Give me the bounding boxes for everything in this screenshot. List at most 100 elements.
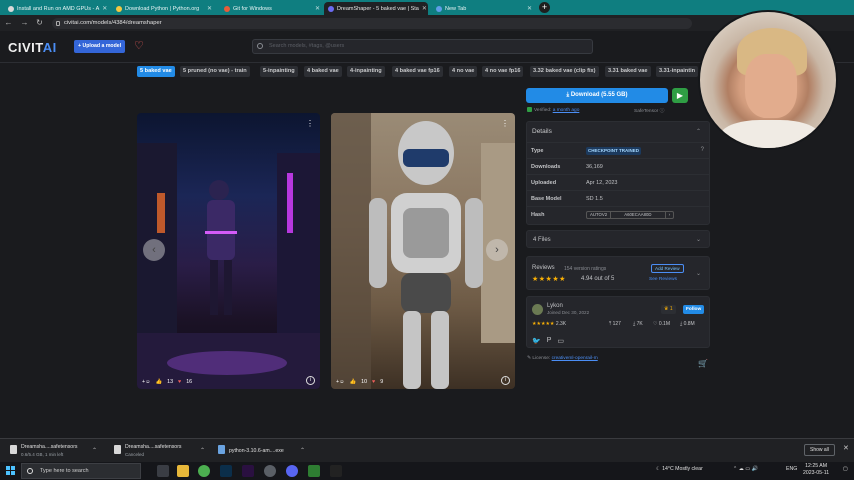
chevron-down-icon[interactable]: ⌄	[696, 236, 701, 243]
download-button[interactable]: ⤓ Download (5.55 GB)	[526, 88, 668, 103]
premiere-icon[interactable]	[242, 465, 254, 477]
chevron-down-icon[interactable]: ⌄	[696, 270, 701, 277]
cart-icon[interactable]: 🛒	[698, 359, 708, 368]
follow-button[interactable]: Follow	[683, 305, 705, 314]
more-options-icon[interactable]: ⋮	[306, 119, 314, 128]
creator-name[interactable]: Lykon	[547, 303, 563, 309]
version-chip[interactable]: 4 baked vae	[304, 66, 342, 77]
version-chip[interactable]: 3.31-inpaintin	[656, 66, 699, 77]
forward-icon[interactable]: →	[19, 17, 30, 28]
close-tab-icon[interactable]: ✕	[527, 5, 532, 12]
close-tab-icon[interactable]: ✕	[315, 5, 320, 12]
twitter-icon[interactable]: 🐦	[532, 337, 541, 345]
civitai-logo[interactable]: CIVITAI	[8, 40, 57, 55]
version-chip[interactable]: 3.31 baked vae	[605, 66, 651, 77]
app-icon[interactable]	[308, 465, 320, 477]
version-chip[interactable]: 4-inpainting	[347, 66, 385, 77]
version-chip[interactable]: 5 pruned (no vae) - train	[180, 66, 250, 77]
license-prefix: License:	[532, 356, 551, 361]
avatar[interactable]	[532, 304, 543, 315]
rank-badge: ♛ 1	[661, 305, 676, 314]
reload-icon[interactable]: ↻	[34, 17, 45, 28]
tab-label: Install and Run on AMD GPUs - A	[17, 5, 100, 12]
weather-text: 14°C Mostly clear	[662, 466, 703, 472]
hash-box[interactable]: AUTOV2 A60ECAA80D ›	[586, 211, 674, 219]
terminal-icon[interactable]	[330, 465, 342, 477]
photoshop-icon[interactable]	[220, 465, 232, 477]
chevron-up-icon[interactable]: ⌃	[200, 447, 205, 454]
info-icon[interactable]: i	[501, 376, 510, 385]
tab-new[interactable]: New Tab ✕	[432, 2, 536, 15]
add-reaction-icon[interactable]: +☺	[336, 379, 345, 385]
version-chip[interactable]: 4 baked vae fp16	[392, 66, 443, 77]
tab-git[interactable]: Git for Windows ✕	[220, 2, 324, 15]
uploads-count: 127	[612, 321, 621, 327]
hash-algo[interactable]: AUTOV2	[587, 212, 612, 218]
version-chip[interactable]: 5 baked vae	[137, 66, 175, 77]
git-icon	[224, 5, 230, 12]
tab-dreamshaper[interactable]: DreamShaper - 5 baked vae | Sta ✕	[324, 2, 428, 15]
heart-reaction-icon[interactable]: ♥	[372, 379, 375, 385]
info-icon[interactable]: i	[306, 376, 315, 385]
clock[interactable]: 12:25 AM 2023-05-11	[803, 463, 829, 477]
tray-icons[interactable]: ⌃ ☁ ▭ 🔊	[733, 466, 758, 472]
files-panel[interactable]: 4 Files ⌄	[526, 230, 710, 248]
back-icon[interactable]: ←	[3, 17, 14, 28]
info-icon[interactable]: ⓘ	[660, 109, 665, 114]
clock-date: 2023-05-11	[803, 470, 830, 476]
version-chip[interactable]: 4 no vae fp16	[482, 66, 524, 77]
heart-reaction-icon[interactable]: ♥	[178, 379, 181, 385]
close-tab-icon[interactable]: ✕	[207, 5, 212, 12]
detail-key: Hash	[531, 212, 545, 218]
close-tab-icon[interactable]: ✕	[102, 5, 107, 12]
like-icon[interactable]: 👍	[156, 379, 163, 385]
notification-icon[interactable]: ▢	[843, 466, 848, 472]
download-item[interactable]: python-3.10.6-am....exe ⌃	[218, 443, 308, 459]
like-icon[interactable]: 👍	[350, 379, 357, 385]
version-chip[interactable]: 5-inpainting	[260, 66, 298, 77]
new-tab-button[interactable]: +	[539, 2, 550, 13]
language-indicator[interactable]: ENG	[786, 466, 797, 472]
heart-icon[interactable]: ♡	[134, 40, 144, 53]
license-link[interactable]: creativeml-openrail-m	[552, 356, 598, 361]
chrome-icon[interactable]	[198, 465, 210, 477]
patreon-icon[interactable]: P	[547, 337, 552, 345]
chevron-up-icon[interactable]: ⌃	[696, 128, 701, 135]
version-chip[interactable]: 3.32 baked vae (clip fix)	[530, 66, 599, 77]
search-input[interactable]: Search models, #tags, @users	[252, 39, 593, 54]
upload-model-button[interactable]: + Upload a model	[74, 40, 126, 53]
task-view-icon[interactable]	[157, 465, 169, 477]
close-icon[interactable]: ✕	[843, 444, 849, 452]
chevron-up-icon[interactable]: ⌃	[300, 447, 305, 454]
taskbar-search-input[interactable]: Type here to search	[21, 463, 141, 479]
carousel-prev-button[interactable]: ‹	[143, 239, 165, 261]
add-review-button[interactable]: Add Review	[651, 264, 684, 273]
chevron-right-icon[interactable]: ›	[666, 212, 673, 218]
windows-start-icon[interactable]	[6, 466, 15, 475]
help-icon[interactable]: ?	[701, 147, 704, 153]
tab-amd-gpu[interactable]: Install and Run on AMD GPUs - A ✕	[4, 2, 108, 15]
download-item[interactable]: Dreamsha....safetensors Canceled ⌃	[114, 443, 210, 459]
run-button[interactable]: ▶	[672, 88, 688, 103]
logo-accent: AI	[42, 40, 57, 55]
more-options-icon[interactable]: ⋮	[501, 119, 509, 128]
chevron-up-icon[interactable]: ⌃	[92, 447, 97, 454]
show-all-button[interactable]: Show all	[804, 444, 835, 456]
obs-icon[interactable]	[264, 465, 276, 477]
download-item[interactable]: Dreamsha....safetensors 0.6/5.4 GB, 1 mi…	[10, 443, 106, 459]
tab-python[interactable]: Download Python | Python.org ✕	[112, 2, 216, 15]
verified-date-link[interactable]: a month ago	[553, 108, 580, 113]
close-tab-icon[interactable]: ✕	[422, 5, 427, 12]
tab-label: Git for Windows	[233, 5, 272, 12]
creator-rating-count: 2.3K	[555, 321, 567, 327]
video-icon[interactable]: ▭	[557, 337, 564, 345]
url-field[interactable]: civitai.com/models/4384/dreamshaper	[52, 18, 692, 29]
discord-icon[interactable]	[286, 465, 298, 477]
see-reviews-link[interactable]: See Reviews	[649, 277, 677, 282]
weather-widget[interactable]: ☾ 14°C Mostly clear	[656, 466, 703, 472]
file-explorer-icon[interactable]	[177, 465, 189, 477]
version-chip[interactable]: 4 no vae	[449, 66, 478, 77]
add-reaction-icon[interactable]: +☺	[142, 379, 151, 385]
downloads-bar: Dreamsha....safetensors 0.6/5.4 GB, 1 mi…	[0, 438, 854, 462]
carousel-next-button[interactable]: ›	[486, 239, 508, 261]
